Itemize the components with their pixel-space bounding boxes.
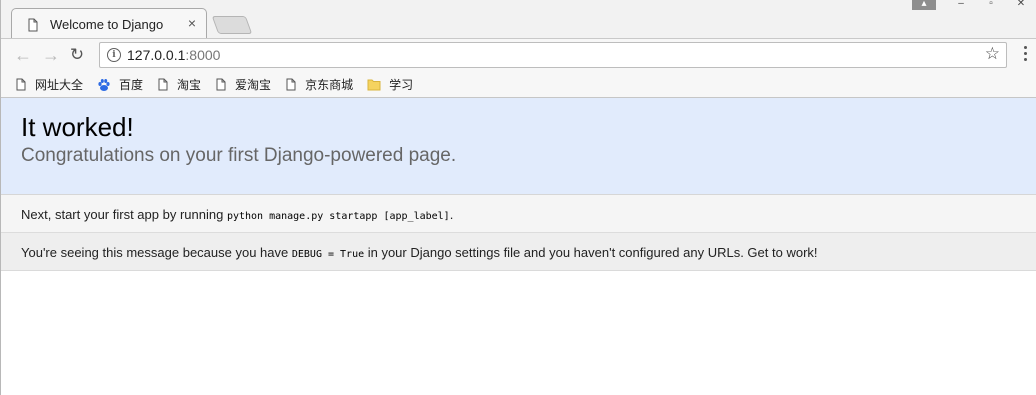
summary-section: It worked! Congratulations on your first… (1, 98, 1036, 195)
bookmark-label: 学习 (389, 78, 414, 92)
bookmark-folder[interactable]: 学习 (367, 76, 413, 93)
arrow-left-icon[interactable]: ← (13, 45, 33, 65)
bookmark-label: 淘宝 (177, 78, 202, 92)
info-icon[interactable]: i (107, 48, 121, 62)
url-port: :8000 (185, 47, 221, 63)
reload-icon[interactable]: ↻ (67, 45, 87, 65)
folder-icon (367, 79, 381, 91)
page-title: It worked! (21, 112, 134, 142)
bookmark-item[interactable]: 网址大全 (15, 76, 83, 93)
page-icon (158, 78, 168, 91)
star-icon[interactable]: ☆ (985, 44, 1000, 64)
window-controls: ▴ – ▫ ✕ (912, 0, 1036, 10)
instructions-suffix: . (449, 207, 454, 222)
url-host: 127.0.0.1 (127, 47, 186, 63)
explanation-code: DEBUG = True (291, 249, 365, 260)
close-window-icon[interactable]: ✕ (1006, 0, 1036, 10)
explanation-prefix: You're seeing this message because you h… (21, 245, 292, 260)
bookmark-item[interactable]: 淘宝 (157, 76, 201, 93)
instructions-prefix: Next, start your first app by running (21, 207, 227, 222)
bookmark-item[interactable]: 京东商城 (285, 76, 353, 93)
page-icon (216, 78, 226, 91)
explanation-suffix: in your Django settings file and you hav… (364, 245, 818, 260)
menu-icon[interactable] (1024, 46, 1028, 61)
bookmark-item[interactable]: 百度 (97, 76, 143, 93)
new-tab-button[interactable] (211, 16, 253, 34)
maximize-icon[interactable]: ▫ (976, 0, 1006, 10)
address-bar[interactable]: i 127.0.0.1:8000 ☆ (99, 42, 1007, 68)
explanation-section: You're seeing this message because you h… (1, 233, 1036, 271)
browser-window: Welcome to Django × ▴ – ▫ ✕ ← → ↻ i 127.… (0, 0, 1036, 395)
close-icon[interactable]: × (188, 15, 196, 31)
toolbar: ← → ↻ i 127.0.0.1:8000 ☆ (1, 38, 1036, 72)
tab-strip: Welcome to Django × ▴ – ▫ ✕ (1, 0, 1036, 38)
page-content: It worked! Congratulations on your first… (1, 98, 1036, 271)
arrow-right-icon[interactable]: → (41, 45, 61, 65)
baidu-paw-icon (98, 78, 110, 91)
tab-title: Welcome to Django (50, 17, 164, 32)
bookmark-item[interactable]: 爱淘宝 (215, 76, 271, 93)
page-icon (286, 78, 296, 91)
minimize-icon[interactable]: – (946, 0, 976, 10)
instructions-section: Next, start your first app by running py… (1, 195, 1036, 233)
bookmark-label: 京东商城 (305, 78, 354, 92)
bookmark-label: 爱淘宝 (235, 78, 272, 92)
bookmark-label: 百度 (119, 78, 144, 92)
page-icon (28, 18, 38, 31)
page-subtitle: Congratulations on your first Django-pow… (21, 145, 457, 166)
tab-active[interactable]: Welcome to Django × (11, 8, 207, 38)
bookmarks-bar: 网址大全 百度 淘宝 爱淘宝 京东商城 学习 (1, 72, 1036, 98)
user-icon[interactable]: ▴ (912, 0, 936, 10)
bookmark-label: 网址大全 (35, 78, 84, 92)
instructions-command: python manage.py startapp [app_label] (226, 211, 450, 222)
page-icon (16, 78, 26, 91)
url-text[interactable]: 127.0.0.1:8000 (127, 47, 220, 63)
